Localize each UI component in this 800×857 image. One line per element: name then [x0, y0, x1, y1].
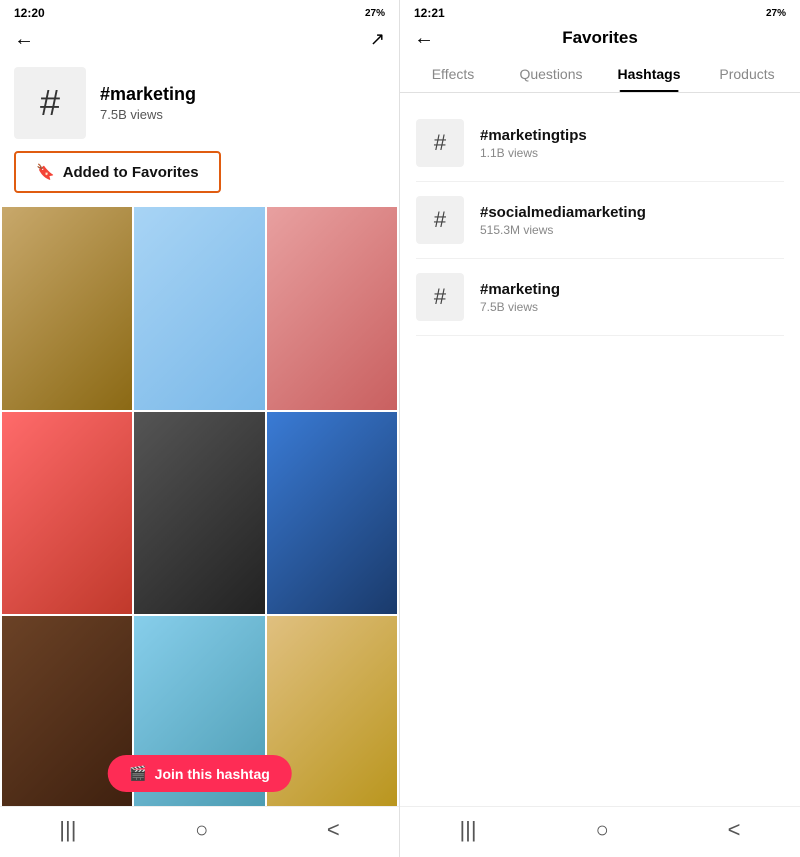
- bottom-nav-left: ||| ○ <: [0, 806, 399, 857]
- added-to-favorites-button[interactable]: 🔖 Added to Favorites: [14, 151, 221, 193]
- bottom-nav-right: ||| ○ <: [400, 806, 800, 857]
- nav-home-right[interactable]: ○: [595, 817, 608, 843]
- hash-icon-3: #: [416, 273, 464, 321]
- status-icons-right: 27%: [766, 8, 786, 19]
- hashtag-list-item-1[interactable]: # #marketingtips 1.1B views: [416, 105, 784, 182]
- tab-effects-label: Effects: [432, 66, 475, 82]
- tab-hashtags-label: Hashtags: [617, 66, 680, 82]
- video-cell-6[interactable]: [267, 412, 397, 615]
- nav-menu-left[interactable]: |||: [59, 817, 76, 843]
- tab-hashtags[interactable]: Hashtags: [600, 56, 698, 92]
- video-cell-1[interactable]: [2, 207, 132, 410]
- video-grid-wrapper: 🎬 Join this hashtag: [0, 207, 399, 806]
- video-cell-4[interactable]: [2, 412, 132, 615]
- hashtag-list-views-2: 515.3M views: [480, 223, 646, 237]
- video-cell-2[interactable]: [134, 207, 264, 410]
- back-button-right[interactable]: ←: [414, 27, 434, 50]
- hashtag-list-views-1: 1.1B views: [480, 146, 587, 160]
- favorites-title: Favorites: [562, 28, 638, 48]
- hashtag-list-item-2[interactable]: # #socialmediamarketing 515.3M views: [416, 182, 784, 259]
- hash-icon-2: #: [416, 196, 464, 244]
- nav-back-right[interactable]: <: [728, 817, 741, 843]
- battery-left: 27%: [365, 8, 385, 19]
- hashtag-symbol: #: [40, 82, 60, 124]
- status-bar-right: 12:21 27%: [400, 0, 800, 24]
- time-right: 12:21: [414, 6, 445, 20]
- hashtag-list-item-3[interactable]: # #marketing 7.5B views: [416, 259, 784, 336]
- top-bar-left: ← ↗: [0, 24, 399, 59]
- tab-effects[interactable]: Effects: [404, 56, 502, 92]
- favorites-btn-text: Added to Favorites: [63, 164, 199, 181]
- video-camera-icon: 🎬: [129, 765, 146, 782]
- hashtag-info: #marketing 7.5B views: [100, 84, 196, 122]
- hashtag-list-views-3: 7.5B views: [480, 300, 560, 314]
- hashtag-icon-box: #: [14, 67, 86, 139]
- hashtag-list-name-1: #marketingtips: [480, 127, 587, 144]
- time-left: 12:20: [14, 6, 45, 20]
- status-icons-left: 27%: [365, 8, 385, 19]
- hashtag-views: 7.5B views: [100, 107, 196, 122]
- hashtag-list-info-2: #socialmediamarketing 515.3M views: [480, 204, 646, 237]
- video-cell-3[interactable]: [267, 207, 397, 410]
- hashtag-title: #marketing: [100, 84, 196, 105]
- join-hashtag-label: Join this hashtag: [155, 766, 270, 782]
- nav-menu-right[interactable]: |||: [459, 817, 476, 843]
- nav-home-left[interactable]: ○: [195, 817, 208, 843]
- back-button-left[interactable]: ←: [14, 28, 34, 51]
- hashtag-list: # #marketingtips 1.1B views # #socialmed…: [400, 93, 800, 348]
- hashtag-list-info-1: #marketingtips 1.1B views: [480, 127, 587, 160]
- join-hashtag-button[interactable]: 🎬 Join this hashtag: [107, 755, 292, 792]
- status-bar-left: 12:20 27%: [0, 0, 399, 24]
- video-cell-5[interactable]: [134, 412, 264, 615]
- tab-questions-label: Questions: [519, 66, 582, 82]
- battery-right: 27%: [766, 8, 786, 19]
- hashtag-header: # #marketing 7.5B views: [0, 59, 399, 151]
- left-panel: 12:20 27% ← ↗ # #marketing 7.5B views 🔖 …: [0, 0, 400, 857]
- hashtag-list-info-3: #marketing 7.5B views: [480, 281, 560, 314]
- hashtag-list-name-2: #socialmediamarketing: [480, 204, 646, 221]
- hash-icon-1: #: [416, 119, 464, 167]
- tabs-row: Effects Questions Hashtags Products: [400, 56, 800, 93]
- tab-products-label: Products: [719, 66, 774, 82]
- share-icon[interactable]: ↗: [370, 29, 385, 50]
- nav-back-left[interactable]: <: [327, 817, 340, 843]
- hashtag-list-name-3: #marketing: [480, 281, 560, 298]
- top-bar-right: ← Favorites: [400, 24, 800, 56]
- tab-products[interactable]: Products: [698, 56, 796, 92]
- tab-questions[interactable]: Questions: [502, 56, 600, 92]
- right-panel: 12:21 27% ← Favorites Effects Questions …: [400, 0, 800, 857]
- video-grid: [0, 207, 399, 806]
- bookmark-icon: 🔖: [36, 163, 55, 181]
